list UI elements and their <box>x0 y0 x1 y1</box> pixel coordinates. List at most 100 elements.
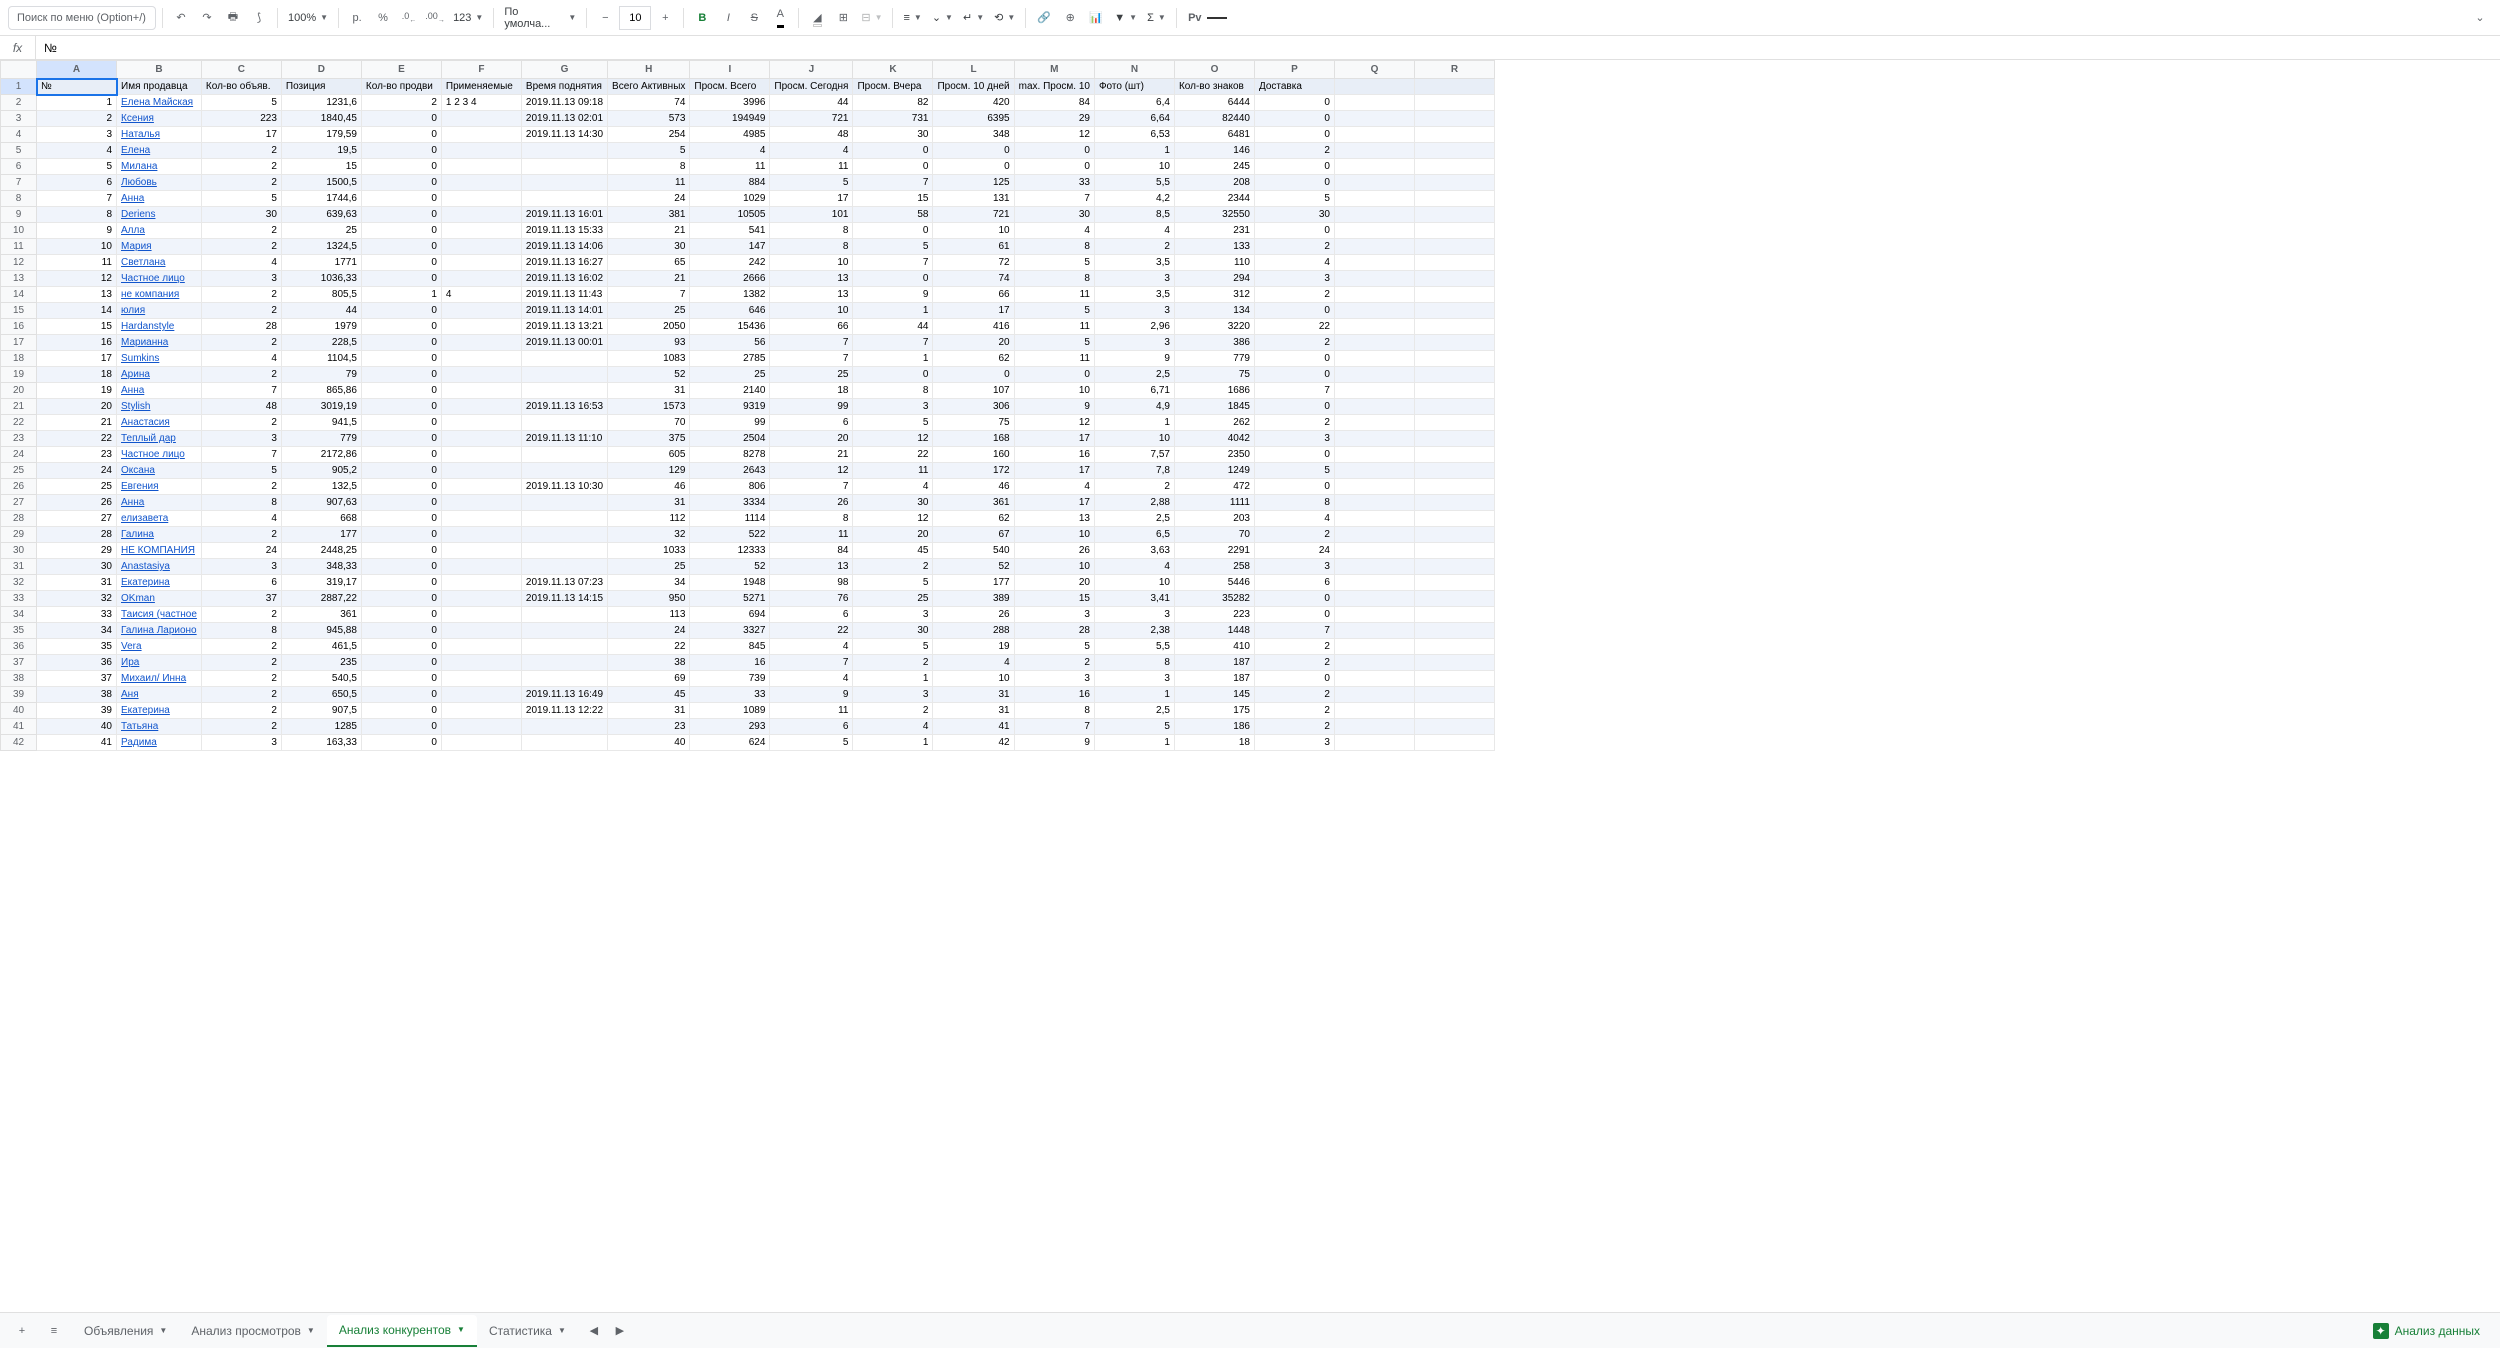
cell-C27[interactable]: 8 <box>201 495 281 511</box>
cell-R25[interactable] <box>1414 463 1494 479</box>
cell-O4[interactable]: 6481 <box>1174 127 1254 143</box>
cell-H18[interactable]: 1083 <box>608 351 690 367</box>
cell-D21[interactable]: 3019,19 <box>281 399 361 415</box>
borders-button[interactable]: ⊞ <box>831 6 855 30</box>
cell-R6[interactable] <box>1414 159 1494 175</box>
cell-Q28[interactable] <box>1334 511 1414 527</box>
cell-F17[interactable] <box>441 335 521 351</box>
cell-H12[interactable]: 65 <box>608 255 690 271</box>
cell-P12[interactable]: 4 <box>1254 255 1334 271</box>
cell-I24[interactable]: 8278 <box>690 447 770 463</box>
row-header-3[interactable]: 3 <box>1 111 37 127</box>
cell-B29[interactable]: Галина <box>117 527 202 543</box>
cell-F7[interactable] <box>441 175 521 191</box>
row-header-42[interactable]: 42 <box>1 735 37 751</box>
cell-K41[interactable]: 4 <box>853 719 933 735</box>
cell-O22[interactable]: 262 <box>1174 415 1254 431</box>
cell-P29[interactable]: 2 <box>1254 527 1334 543</box>
cell-E37[interactable]: 0 <box>361 655 441 671</box>
cell-F2[interactable]: 1 2 3 4 <box>441 95 521 111</box>
cell-G25[interactable] <box>521 463 607 479</box>
cell-L12[interactable]: 72 <box>933 255 1014 271</box>
cell-C7[interactable]: 2 <box>201 175 281 191</box>
cell-D31[interactable]: 348,33 <box>281 559 361 575</box>
cell-B33[interactable]: OKman <box>117 591 202 607</box>
cell-P10[interactable]: 0 <box>1254 223 1334 239</box>
cell-F30[interactable] <box>441 543 521 559</box>
cell-A15[interactable]: 14 <box>37 303 117 319</box>
cell-C6[interactable]: 2 <box>201 159 281 175</box>
cell-P20[interactable]: 7 <box>1254 383 1334 399</box>
cell-O6[interactable]: 245 <box>1174 159 1254 175</box>
cell-I5[interactable]: 4 <box>690 143 770 159</box>
cell-J8[interactable]: 17 <box>770 191 853 207</box>
rotate-button[interactable]: ⟲▼ <box>990 6 1019 30</box>
cell-G30[interactable] <box>521 543 607 559</box>
cell-O40[interactable]: 175 <box>1174 703 1254 719</box>
cell-H21[interactable]: 1573 <box>608 399 690 415</box>
cell-F42[interactable] <box>441 735 521 751</box>
row-header-20[interactable]: 20 <box>1 383 37 399</box>
cell-L21[interactable]: 306 <box>933 399 1014 415</box>
filter-button[interactable]: ▼▼ <box>1110 6 1141 30</box>
cell-Q32[interactable] <box>1334 575 1414 591</box>
cell-O8[interactable]: 2344 <box>1174 191 1254 207</box>
cell-A5[interactable]: 4 <box>37 143 117 159</box>
cell-Q9[interactable] <box>1334 207 1414 223</box>
cell-F19[interactable] <box>441 367 521 383</box>
row-header-28[interactable]: 28 <box>1 511 37 527</box>
cell-P37[interactable]: 2 <box>1254 655 1334 671</box>
cell-H30[interactable]: 1033 <box>608 543 690 559</box>
cell-G7[interactable] <box>521 175 607 191</box>
cell-F9[interactable] <box>441 207 521 223</box>
cell-C25[interactable]: 5 <box>201 463 281 479</box>
cell-I13[interactable]: 2666 <box>690 271 770 287</box>
cell-M42[interactable]: 9 <box>1014 735 1094 751</box>
cell-J42[interactable]: 5 <box>770 735 853 751</box>
cell-C40[interactable]: 2 <box>201 703 281 719</box>
cell-L39[interactable]: 31 <box>933 687 1014 703</box>
cell-J35[interactable]: 22 <box>770 623 853 639</box>
cell-K36[interactable]: 5 <box>853 639 933 655</box>
cell-H3[interactable]: 573 <box>608 111 690 127</box>
cell-F8[interactable] <box>441 191 521 207</box>
cell-R9[interactable] <box>1414 207 1494 223</box>
cell-K35[interactable]: 30 <box>853 623 933 639</box>
cell-M1[interactable]: max. Просм. 10 <box>1014 79 1094 95</box>
cell-F25[interactable] <box>441 463 521 479</box>
cell-L22[interactable]: 75 <box>933 415 1014 431</box>
cell-C17[interactable]: 2 <box>201 335 281 351</box>
comment-button[interactable]: ⊕ <box>1058 6 1082 30</box>
cell-N29[interactable]: 6,5 <box>1094 527 1174 543</box>
cell-K29[interactable]: 20 <box>853 527 933 543</box>
cell-E15[interactable]: 0 <box>361 303 441 319</box>
cell-G18[interactable] <box>521 351 607 367</box>
cell-D13[interactable]: 1036,33 <box>281 271 361 287</box>
cell-Q40[interactable] <box>1334 703 1414 719</box>
cell-G15[interactable]: 2019.11.13 14:01 <box>521 303 607 319</box>
row-header-5[interactable]: 5 <box>1 143 37 159</box>
cell-D24[interactable]: 2172,86 <box>281 447 361 463</box>
cell-A2[interactable]: 1 <box>37 95 117 111</box>
cell-O37[interactable]: 187 <box>1174 655 1254 671</box>
cell-A38[interactable]: 37 <box>37 671 117 687</box>
cell-A28[interactable]: 27 <box>37 511 117 527</box>
cell-R40[interactable] <box>1414 703 1494 719</box>
cell-R3[interactable] <box>1414 111 1494 127</box>
scroll-left-button[interactable]: ◀ <box>582 1319 606 1343</box>
cell-H1[interactable]: Всего Активных <box>608 79 690 95</box>
row-header-22[interactable]: 22 <box>1 415 37 431</box>
cell-P19[interactable]: 0 <box>1254 367 1334 383</box>
cell-K13[interactable]: 0 <box>853 271 933 287</box>
cell-E34[interactable]: 0 <box>361 607 441 623</box>
cell-M31[interactable]: 10 <box>1014 559 1094 575</box>
cell-E35[interactable]: 0 <box>361 623 441 639</box>
cell-I18[interactable]: 2785 <box>690 351 770 367</box>
number-format-select[interactable]: 123▼ <box>449 6 487 30</box>
cell-E33[interactable]: 0 <box>361 591 441 607</box>
cell-J4[interactable]: 48 <box>770 127 853 143</box>
row-header-31[interactable]: 31 <box>1 559 37 575</box>
cell-Q12[interactable] <box>1334 255 1414 271</box>
cell-C20[interactable]: 7 <box>201 383 281 399</box>
cell-Q25[interactable] <box>1334 463 1414 479</box>
